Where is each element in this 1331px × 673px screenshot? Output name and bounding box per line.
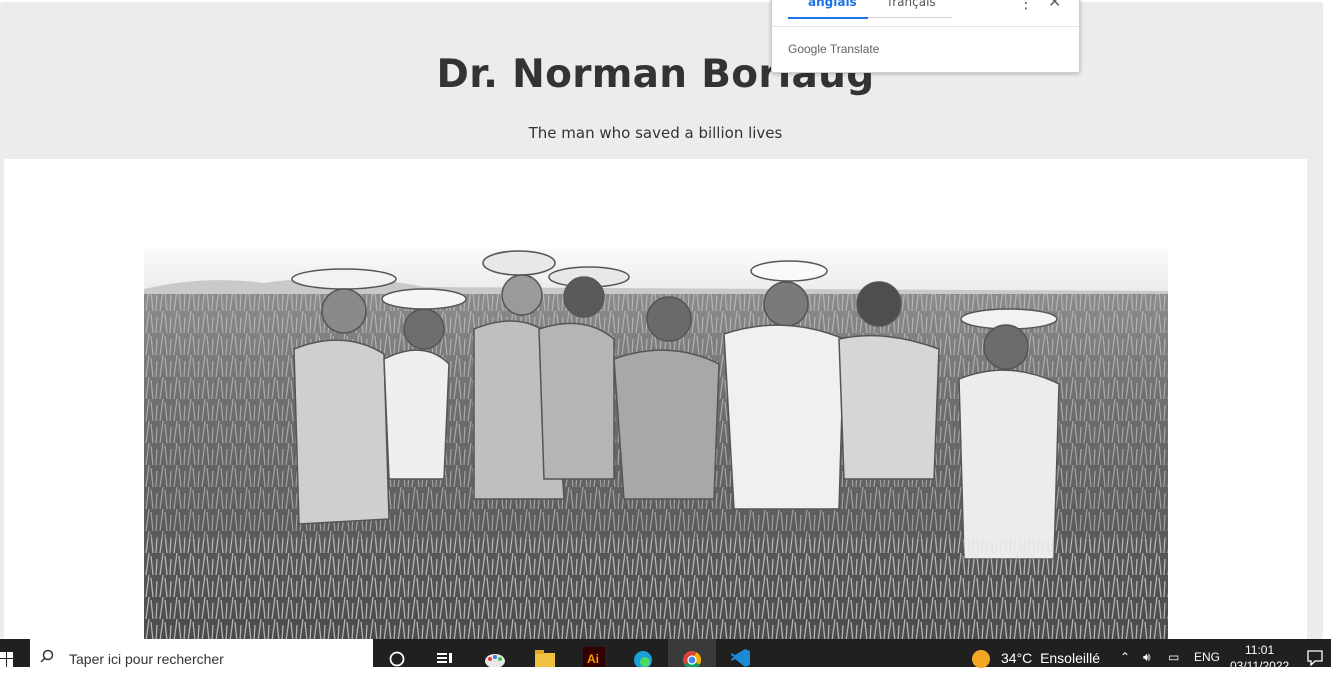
search-icon	[40, 649, 54, 663]
language-indicator[interactable]: ENG	[1194, 650, 1220, 664]
weather-widget[interactable]: 34°C Ensoleillé	[1001, 650, 1100, 666]
taskbar: Taper ici pour rechercher Ai 34°C Ensole…	[0, 639, 1331, 673]
page-title: Dr. Norman Borlaug	[436, 52, 875, 97]
search-placeholder: Taper ici pour rechercher	[69, 651, 224, 667]
more-vert-icon[interactable]: ⋮	[1018, 0, 1034, 12]
file-explorer-icon[interactable]	[534, 647, 556, 667]
page-subtitle: The man who saved a billion lives	[528, 124, 783, 142]
chevron-up-icon[interactable]: ⌃	[1120, 650, 1130, 664]
scrollbar[interactable]	[1323, 0, 1331, 639]
cortana-icon[interactable]	[386, 647, 408, 667]
taskbar-search[interactable]: Taper ici pour rechercher	[30, 639, 373, 667]
chrome-icon[interactable]	[681, 647, 703, 667]
image-container	[4, 159, 1307, 639]
clock-date[interactable]: 03/11/2022	[1230, 659, 1289, 673]
volume-icon[interactable]: 🔊︎	[1143, 650, 1151, 665]
weather-desc: Ensoleillé	[1040, 650, 1100, 666]
notification-icon[interactable]	[1306, 648, 1324, 666]
close-icon[interactable]: ✕	[1048, 0, 1061, 11]
paint-icon[interactable]	[484, 647, 506, 667]
clock-time[interactable]: 11:01	[1245, 643, 1274, 657]
active-tab-indicator	[788, 17, 868, 19]
illustrator-icon[interactable]: Ai	[583, 647, 605, 667]
svg-text:Ai: Ai	[587, 652, 599, 666]
task-view-icon[interactable]	[434, 647, 456, 667]
edge-icon[interactable]	[632, 647, 654, 667]
tab-target-language[interactable]: français	[888, 0, 936, 9]
tribute-photo	[144, 179, 1168, 639]
weather-sun-icon[interactable]	[972, 650, 990, 668]
tab-source-language[interactable]: anglais	[808, 0, 857, 9]
translate-text: Translate	[829, 42, 880, 56]
network-icon[interactable]: ▭	[1168, 650, 1179, 664]
windows-start-icon[interactable]	[0, 647, 14, 667]
popup-divider	[772, 26, 1079, 27]
tab-divider	[868, 17, 952, 18]
vscode-icon[interactable]	[730, 647, 752, 667]
browser-page: Dr. Norman Borlaug The man who saved a b…	[0, 0, 1331, 639]
weather-temp: 34°C	[1001, 650, 1033, 666]
google-translate-brand: Google Translate	[788, 42, 879, 56]
translate-popup: anglais français ⋮ ✕ Google Translate	[771, 0, 1080, 73]
google-logo-text: Google	[788, 42, 827, 56]
